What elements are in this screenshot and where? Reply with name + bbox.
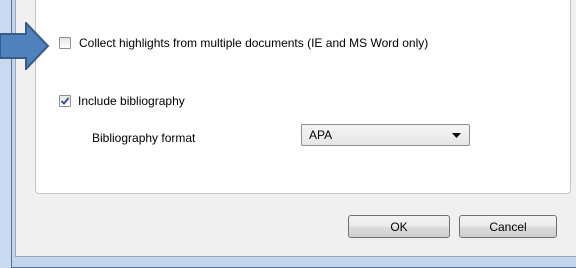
cancel-button[interactable]: Cancel [459,215,557,238]
include-bibliography-label[interactable]: Include bibliography [78,94,185,108]
ok-button[interactable]: OK [348,215,450,238]
include-bibliography-checkbox[interactable] [59,95,71,107]
arrow-right-icon [0,22,50,70]
collect-highlights-checkbox[interactable] [59,37,71,49]
bibliography-format-dropdown[interactable]: APA [301,124,470,146]
chevron-down-icon [452,133,461,138]
checkmark-icon [60,97,70,105]
bibliography-format-label: Bibliography format [92,131,196,145]
bibliography-format-value: APA [309,128,333,142]
collect-highlights-label[interactable]: Collect highlights from multiple documen… [79,36,428,50]
